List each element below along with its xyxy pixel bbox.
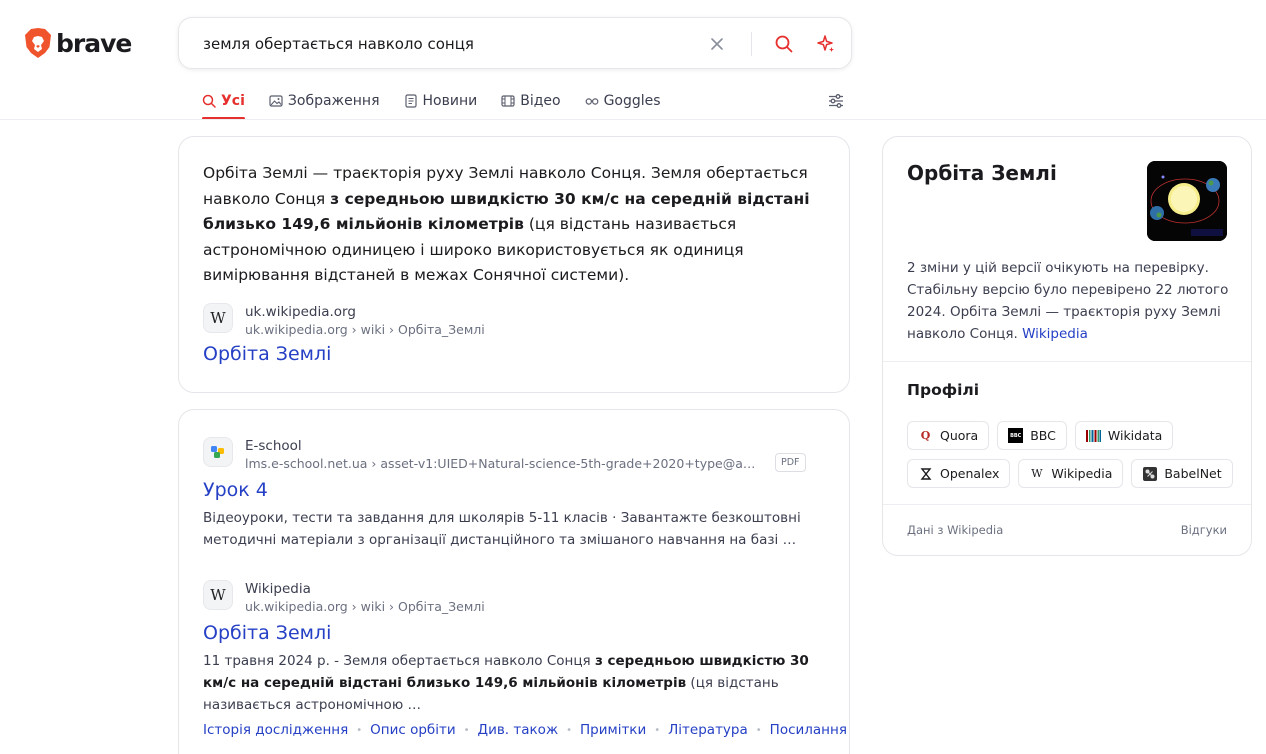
separator-dot: • [654,724,661,736]
kp-description: 2 зміни у цій версії очікують на перевір… [907,257,1229,345]
profile-chip-wikipedia[interactable]: W Wikipedia [1018,459,1124,488]
kp-title: Орбіта Землі [907,161,1057,185]
eschool-icon [203,437,233,467]
tab-label: Зображення [287,93,380,109]
brand-name: brave [56,28,132,58]
deep-link[interactable]: Посилання [770,722,847,738]
deep-link[interactable]: Історія дослідження [203,722,348,738]
tab-label: Відео [520,93,561,109]
news-icon [404,94,417,108]
chip-label: Openalex [940,466,1000,481]
knowledge-panel: Орбіта Землі 2 зміни у цій версії очікую… [882,136,1252,556]
filters-icon[interactable] [828,93,844,109]
kp-source-link[interactable]: Wikipedia [1022,326,1088,342]
result-source[interactable]: E-school lms.e-school.net.ua › asset-v1:… [203,437,759,473]
snippet-source[interactable]: W uk.wikipedia.org uk.wikipedia.org › wi… [203,303,485,339]
deep-link[interactable]: Див. також [478,722,559,738]
source-url: uk.wikipedia.org › wiki › Орбіта_Землі [245,322,485,337]
orbit-diagram-image [1147,161,1227,241]
wikipedia-icon: W [203,580,233,610]
header-divider [0,119,1266,120]
wikidata-icon [1085,428,1101,443]
chip-label: Wikipedia [1051,466,1113,481]
snippet-text: Орбіта Землі — траєкторія руху Землі нав… [203,161,833,289]
quora-icon: Q [920,429,931,442]
deep-link[interactable]: Література [668,722,748,738]
result-description: Відеоуроки, тести та завдання для школяр… [203,510,801,548]
result-title-link[interactable]: Урок 4 [203,479,268,501]
pdf-badge: PDF [775,453,806,472]
chip-label: Wikidata [1107,428,1163,443]
bbc-icon: BBC [1008,428,1024,443]
search-icon [202,94,216,108]
profile-chip-quora[interactable]: Q Quora [907,421,990,450]
featured-snippet: Орбіта Землі — траєкторія руху Землі нав… [178,136,850,393]
wikipedia-icon: W [203,303,233,333]
page: brave Усі Зображення Новини [0,0,1266,754]
kp-feedback-link[interactable]: Відгуки [1181,523,1227,537]
kp-divider [883,361,1251,362]
tab-label: Усі [221,93,245,109]
source-url: lms.e-school.net.ua › asset-v1:UIED+Natu… [245,456,759,471]
brave-lion-icon [25,28,51,58]
source-url: uk.wikipedia.org › wiki › Орбіта_Землі [245,599,485,614]
tab-images[interactable]: Зображення [269,90,380,112]
search-input[interactable] [203,32,683,56]
profile-chip-babelnet[interactable]: BabelNet [1131,459,1233,488]
separator-dot: • [566,724,573,736]
kp-divider [883,504,1251,505]
snippet-title-link[interactable]: Орбіта Землі [203,343,331,365]
source-name: Wikipedia [245,581,311,597]
tab-news[interactable]: Новини [404,90,478,112]
close-icon[interactable] [708,35,726,53]
search-divider [751,32,752,56]
film-icon [501,95,515,107]
chip-label: Quora [940,428,979,443]
results-list: E-school lms.e-school.net.ua › asset-v1:… [178,409,850,754]
desc-start: 11 травня 2024 р. - Земля обертається на… [203,653,595,669]
brave-logo[interactable]: brave [24,27,132,59]
kp-profiles-heading: Профілі [907,381,980,399]
result-title-link[interactable]: Орбіта Землі [203,622,331,644]
search-icon[interactable] [774,34,794,54]
kp-thumbnail[interactable] [1147,161,1227,241]
tab-label: Goggles [603,93,661,109]
search-bar [178,17,852,69]
deep-links: Історія дослідження • Опис орбіти • Див. т… [203,722,847,738]
separator-dot: • [356,724,363,736]
image-icon [269,95,283,107]
profile-chip-openalex[interactable]: Openalex [907,459,1011,488]
profile-chip-wikidata[interactable]: Wikidata [1074,421,1174,450]
deep-link[interactable]: Опис орбіти [370,722,455,738]
search-tabs: Усі Зображення Новини Відео Goggles [202,90,661,120]
deep-link[interactable]: Примітки [580,722,646,738]
ai-sparkle-icon[interactable] [816,34,836,54]
kp-profiles: Q Quora BBC BBC Wikidata Openalex W Wiki… [907,421,1237,488]
chip-label: BBC [1030,428,1056,443]
tab-goggles[interactable]: Goggles [585,90,661,112]
result-source[interactable]: W Wikipedia uk.wikipedia.org › wiki › Ор… [203,580,485,616]
tab-label: Новини [422,93,478,109]
babelnet-icon [1142,466,1157,481]
source-name: uk.wikipedia.org [245,304,356,320]
separator-dot: • [463,724,470,736]
tab-all[interactable]: Усі [202,90,245,120]
profile-chip-bbc[interactable]: BBC BBC [997,421,1067,450]
tab-videos[interactable]: Відео [501,90,561,112]
source-name: E-school [245,438,302,454]
openalex-icon [918,466,933,481]
chip-label: BabelNet [1164,466,1222,481]
result-description: 11 травня 2024 р. - Земля обертається на… [203,650,823,716]
kp-data-source[interactable]: Дані з Wikipedia [907,523,1003,537]
wikipedia-icon: W [1031,467,1043,480]
goggles-icon [585,98,598,105]
separator-dot: • [755,724,762,736]
